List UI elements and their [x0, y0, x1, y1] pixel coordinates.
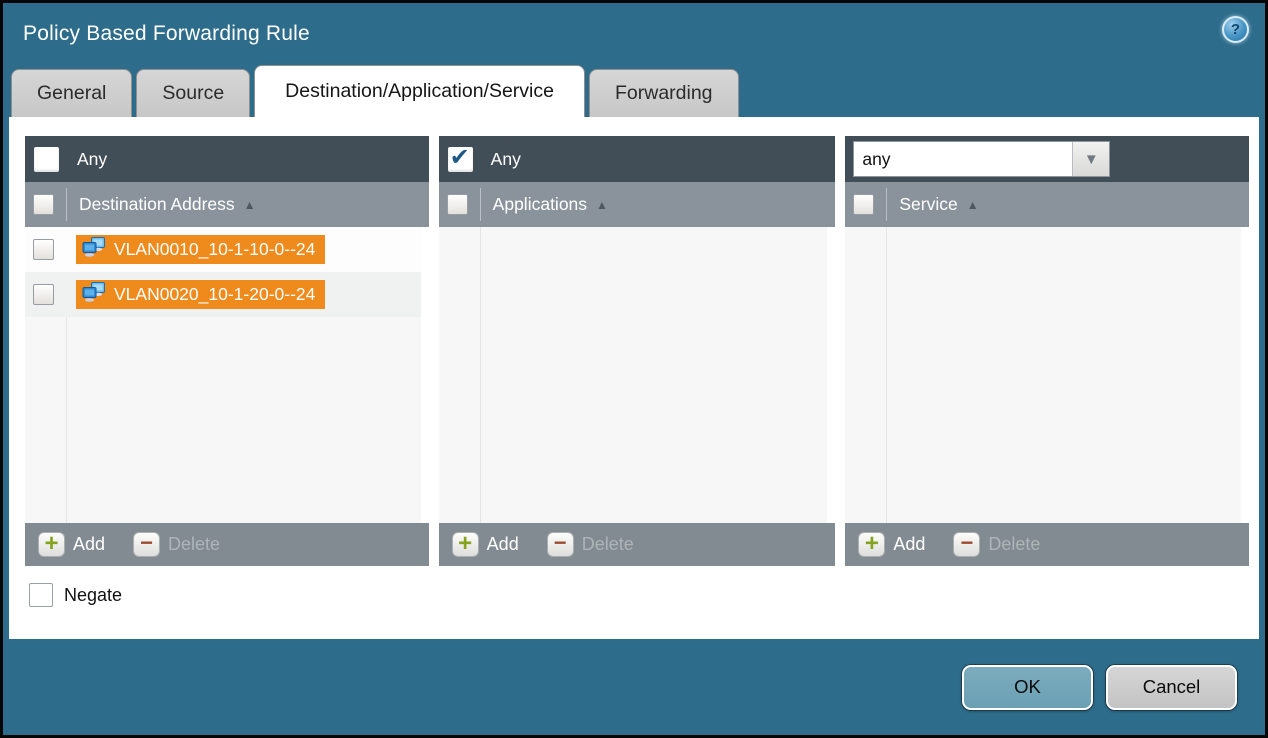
delete-button-label: Delete: [988, 534, 1040, 555]
tab-forwarding[interactable]: Forwarding: [589, 69, 739, 117]
network-computers-icon: [81, 237, 107, 263]
service-toolbar: + Add − Delete: [845, 523, 1249, 566]
add-button[interactable]: + Add: [452, 532, 519, 557]
applications-header-label: Applications: [493, 194, 587, 215]
service-dropdown[interactable]: any ▼: [853, 141, 1110, 177]
row-checkbox[interactable]: [33, 239, 54, 260]
destination-any-checkbox[interactable]: [34, 147, 59, 172]
dialog-footer: OK Cancel: [3, 639, 1265, 735]
applications-select-all-checkbox[interactable]: [447, 194, 468, 215]
ok-button[interactable]: OK: [962, 665, 1093, 710]
tab-bar: General Source Destination/Application/S…: [3, 65, 1265, 117]
scrollbar-track[interactable]: [1241, 227, 1249, 523]
sort-ascending-icon: ▲: [967, 198, 979, 212]
sort-ascending-icon: ▲: [596, 198, 608, 212]
plus-icon: +: [38, 532, 65, 557]
scrollbar-track[interactable]: [827, 227, 835, 523]
add-button[interactable]: + Add: [858, 532, 925, 557]
add-button-label: Add: [893, 534, 925, 555]
destination-address-header-label: Destination Address: [79, 194, 235, 215]
negate-label: Negate: [64, 585, 122, 606]
address-object-name: VLAN0010_10-1-10-0--24: [114, 239, 315, 260]
destination-address-sort-header[interactable]: Destination Address ▲: [79, 194, 256, 215]
table-row[interactable]: VLAN0010_10-1-10-0--24: [25, 227, 421, 272]
service-sort-header[interactable]: Service ▲: [899, 194, 978, 215]
scrollbar-track[interactable]: [421, 227, 429, 523]
dialog-title: Policy Based Forwarding Rule: [3, 22, 310, 46]
destination-address-list: VLAN0010_10-1-10-0--24: [25, 227, 429, 523]
table-row[interactable]: VLAN0020_10-1-20-0--24: [25, 272, 421, 317]
destination-address-header: Destination Address ▲: [25, 182, 429, 227]
add-button-label: Add: [73, 534, 105, 555]
delete-button-label: Delete: [168, 534, 220, 555]
add-button[interactable]: + Add: [38, 532, 105, 557]
destination-any-label: Any: [77, 149, 107, 170]
destination-any-bar: Any: [25, 136, 429, 182]
sort-ascending-icon: ▲: [244, 198, 256, 212]
negate-row: Negate: [29, 583, 1259, 607]
help-icon[interactable]: ?: [1222, 16, 1249, 43]
negate-checkbox[interactable]: [29, 583, 53, 607]
row-checkbox[interactable]: [33, 284, 54, 305]
service-header-label: Service: [899, 194, 957, 215]
service-dropdown-value: any: [854, 142, 1072, 176]
destination-select-all-checkbox[interactable]: [33, 194, 54, 215]
add-button-label: Add: [487, 534, 519, 555]
tab-destination-application-service[interactable]: Destination/Application/Service: [254, 65, 585, 117]
service-list: [845, 227, 1249, 523]
minus-icon: −: [133, 532, 160, 557]
minus-icon: −: [547, 532, 574, 557]
service-panel: any ▼ Service ▲ + Ad: [845, 136, 1249, 566]
service-select-all-checkbox[interactable]: [853, 194, 874, 215]
applications-list: [439, 227, 836, 523]
minus-icon: −: [953, 532, 980, 557]
destination-address-panel: Any Destination Address ▲: [25, 136, 429, 566]
chevron-down-icon[interactable]: ▼: [1072, 142, 1109, 176]
applications-any-bar: Any: [439, 136, 836, 182]
title-bar: Policy Based Forwarding Rule ?: [3, 3, 1265, 65]
address-object-name: VLAN0020_10-1-20-0--24: [114, 284, 315, 305]
destination-toolbar: + Add − Delete: [25, 523, 429, 566]
delete-button[interactable]: − Delete: [133, 532, 220, 557]
applications-any-label: Any: [491, 149, 521, 170]
address-object-tag[interactable]: VLAN0020_10-1-20-0--24: [76, 280, 325, 309]
tab-general[interactable]: General: [11, 69, 132, 117]
applications-header: Applications ▲: [439, 182, 836, 227]
applications-sort-header[interactable]: Applications ▲: [493, 194, 608, 215]
plus-icon: +: [858, 532, 885, 557]
policy-based-forwarding-dialog: Policy Based Forwarding Rule ? General S…: [0, 0, 1268, 738]
cancel-button[interactable]: Cancel: [1106, 665, 1237, 710]
selection-columns: Any Destination Address ▲: [9, 117, 1259, 566]
address-object-tag[interactable]: VLAN0010_10-1-10-0--24: [76, 235, 325, 264]
delete-button-label: Delete: [582, 534, 634, 555]
network-computers-icon: [81, 282, 107, 308]
delete-button[interactable]: − Delete: [547, 532, 634, 557]
applications-any-checkbox[interactable]: [448, 147, 473, 172]
delete-button[interactable]: − Delete: [953, 532, 1040, 557]
applications-toolbar: + Add − Delete: [439, 523, 836, 566]
service-dropdown-bar: any ▼: [845, 136, 1249, 182]
plus-icon: +: [452, 532, 479, 557]
tab-content: Any Destination Address ▲: [9, 117, 1259, 639]
service-header: Service ▲: [845, 182, 1249, 227]
tab-source[interactable]: Source: [136, 69, 250, 117]
applications-panel: Any Applications ▲ + Add: [439, 136, 836, 566]
